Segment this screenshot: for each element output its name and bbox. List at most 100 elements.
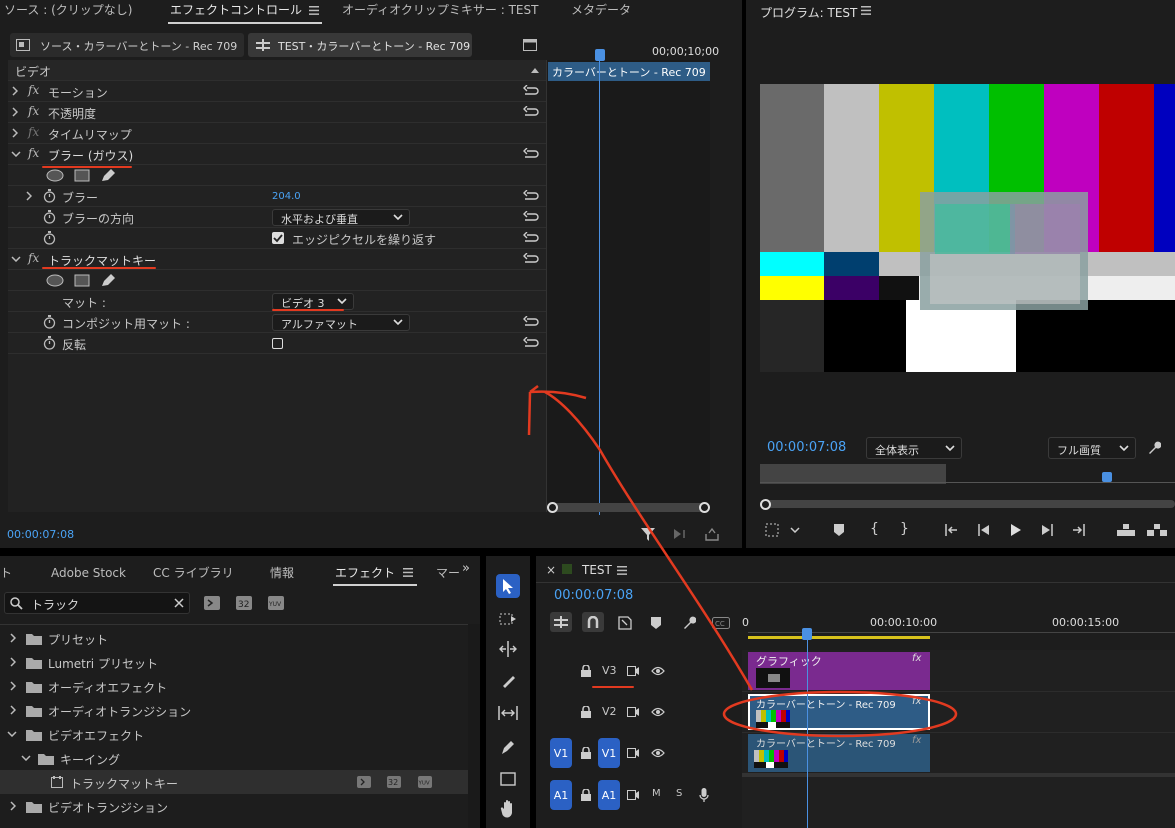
effect-controls-timecode[interactable]: 00:00:07:08 [7,528,74,541]
repeat-edge-checkbox[interactable] [272,232,284,244]
tree-scrollbar[interactable] [468,624,480,828]
hamburger-menu-icon[interactable] [308,4,320,16]
clear-search-icon[interactable] [173,597,185,609]
eye-icon[interactable] [650,664,666,678]
tab-adobe-stock[interactable]: Adobe Stock [51,563,126,587]
rectangle-mask-icon[interactable] [74,273,90,287]
program-scrollbar[interactable] [760,500,1175,508]
chevron-right-icon[interactable] [10,106,20,118]
tab-audio-clip-mixer[interactable]: オーディオクリップミキサー : TEST [342,0,538,24]
tree-item-track-matte-key[interactable]: トラックマットキー 32 YUV [0,770,468,794]
tree-item-keying[interactable]: キーイング [0,746,468,770]
property-row-repeat-edge[interactable]: エッジピクセルを繰り返す [8,228,546,249]
property-row-composite[interactable]: コンポジット用マット : アルファマット [8,312,546,333]
program-video-frame[interactable] [760,84,1175,372]
reset-icon[interactable] [522,105,540,119]
mark-in-icon[interactable]: { [870,521,879,537]
selection-tool-icon[interactable] [496,574,520,598]
close-icon[interactable]: × [546,563,556,577]
effect-row-gaussian-blur[interactable]: fx ブラー (ガウス) [8,144,546,165]
scroll-handle-right[interactable] [699,502,710,513]
panel-toggle-icon[interactable] [522,38,538,52]
chevron-right-icon[interactable] [8,680,18,692]
reset-icon[interactable] [522,231,540,245]
property-row-blur-direction[interactable]: ブラーの方向 水平および垂直 [8,207,546,228]
collapse-up-icon[interactable] [530,66,540,74]
lock-icon[interactable] [580,746,592,760]
scroll-handle-left[interactable] [547,502,558,513]
tab-source[interactable]: ソース : (クリップなし) [4,0,132,24]
hamburger-menu-icon[interactable] [860,4,872,16]
clip-graphic[interactable]: グラフィック fx [748,652,930,690]
hamburger-menu-icon[interactable] [616,564,628,576]
work-area-bar[interactable] [748,636,930,639]
ripple-edit-tool-icon[interactable] [496,638,520,660]
go-to-out-icon[interactable] [1070,522,1086,538]
wrench-icon[interactable] [1146,440,1162,456]
timeline-scrollbar[interactable] [552,503,706,512]
chevron-right-icon[interactable] [8,656,18,668]
microphone-icon[interactable] [698,787,710,803]
scroll-handle-left[interactable] [760,499,771,510]
effect-row-opacity[interactable]: fx 不透明度 [8,102,546,123]
tab-metadata[interactable]: メタデータ [571,0,631,24]
timeline-settings-wrench-icon[interactable] [680,614,698,632]
sync-lock-icon[interactable] [626,788,640,802]
chevron-right-icon[interactable] [10,85,20,97]
yuv-effects-icon[interactable]: YUV [267,595,285,611]
stopwatch-icon[interactable] [42,336,56,350]
zoom-dropdown[interactable]: 全体表示 [866,437,962,459]
eye-icon[interactable] [650,746,666,760]
safe-margins-icon[interactable] [764,522,780,538]
invert-checkbox[interactable] [272,338,283,349]
reset-icon[interactable] [522,315,540,329]
chevron-down-icon[interactable] [10,149,22,159]
chevron-right-icon[interactable] [24,190,34,202]
blur-direction-dropdown[interactable]: 水平および垂直 [272,209,410,226]
tab-markers[interactable]: マー [436,563,460,587]
snap-icon[interactable] [582,612,604,632]
composite-dropdown[interactable]: アルファマット [272,314,410,331]
sync-lock-icon[interactable] [626,664,640,678]
stopwatch-icon[interactable] [42,210,56,224]
filter-icon[interactable] [640,526,656,542]
sync-lock-icon[interactable] [626,746,640,760]
tree-item-audio-effects[interactable]: オーディオエフェクト [0,674,468,698]
clip-bar[interactable]: カラーバーとトーン - Rec 709 [548,62,710,81]
chevron-right-icon[interactable] [10,127,20,139]
reset-icon[interactable] [522,210,540,224]
play-icon[interactable] [1008,522,1024,538]
chevron-right-icon[interactable] [8,704,18,716]
in-out-range[interactable] [760,464,946,484]
clip-colorbars-v1[interactable]: カラーバーとトーン - Rec 709 fx [748,734,930,772]
timeline-timecode[interactable]: 00:00:07:08 [554,588,633,603]
playhead-handle[interactable] [595,49,605,61]
tab-effect-controls[interactable]: エフェクトコントロール [170,0,302,24]
lock-icon[interactable] [580,705,592,719]
stopwatch-icon[interactable] [42,315,56,329]
chevron-right-icon[interactable] [8,800,18,812]
matte-dropdown[interactable]: ビデオ 3 [272,293,354,310]
accelerated-effects-icon[interactable] [203,595,221,611]
hand-tool-icon[interactable] [496,798,520,820]
effect-row-motion[interactable]: fx モーション [8,81,546,102]
program-timecode[interactable]: 00:00:07:08 [767,440,846,455]
tree-item-audio-transitions[interactable]: オーディオトランジション [0,698,468,722]
ellipse-mask-icon[interactable] [46,168,64,182]
more-tabs-icon[interactable]: » [462,561,470,576]
insert-sequence-as-nest-icon[interactable] [550,612,572,632]
effect-row-time-remap[interactable]: fx タイムリマップ [8,123,546,144]
linked-selection-icon[interactable] [616,614,634,632]
ellipse-mask-icon[interactable] [46,273,64,287]
reset-icon[interactable] [522,336,540,350]
property-row-blur[interactable]: ブラー 204.0 [8,186,546,207]
track-select-tool-icon[interactable] [496,608,520,630]
rectangle-tool-icon[interactable] [496,768,520,790]
lift-icon[interactable] [1116,522,1136,538]
go-to-in-icon[interactable] [944,522,960,538]
pen-mask-icon[interactable] [100,273,116,287]
tab-truncated[interactable]: ト [0,563,12,587]
captions-icon[interactable]: CC [711,614,731,632]
sync-lock-icon[interactable] [626,705,640,719]
quality-dropdown[interactable]: フル画質 [1048,437,1136,459]
